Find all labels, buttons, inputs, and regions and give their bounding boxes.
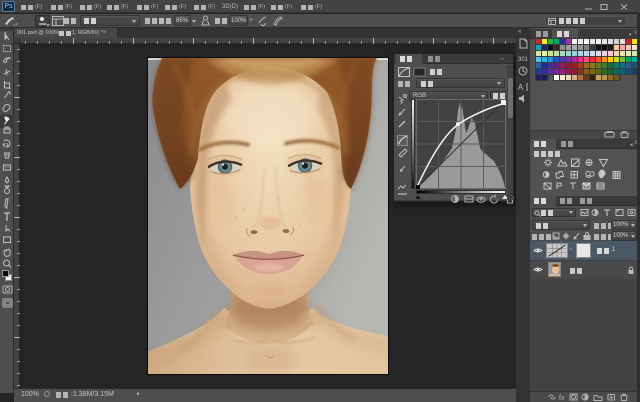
svg-text:fx: fx xyxy=(559,395,565,401)
svg-text:301: 301 xyxy=(518,57,529,63)
svg-text:A: A xyxy=(518,83,524,92)
